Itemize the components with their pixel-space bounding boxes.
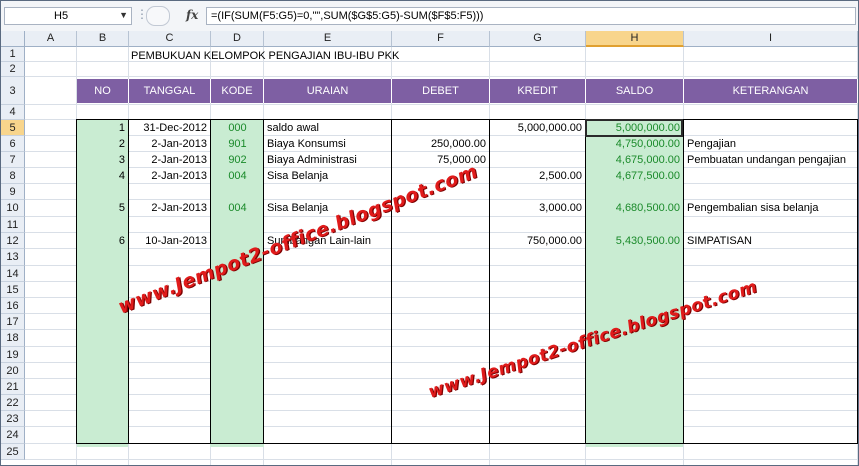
column-header-g[interactable]: G [490, 31, 586, 47]
cell-kode[interactable]: 004 [211, 200, 264, 217]
cell-tanggal[interactable]: 2-Jan-2013 [129, 136, 211, 152]
cell-uraian[interactable]: Sisa Belanja [264, 168, 392, 184]
row-header-25[interactable]: 25 [1, 444, 25, 460]
cell-ket[interactable] [684, 168, 858, 184]
row-header-22[interactable]: 22 [1, 395, 25, 411]
column-header-a[interactable]: A [25, 31, 77, 47]
formula-controls: ⋮ fx [132, 6, 206, 26]
cell-ket[interactable]: Pengembalian sisa belanja [684, 200, 858, 217]
row-header-24[interactable]: 24 [1, 427, 25, 444]
column-header-b[interactable]: B [77, 31, 129, 47]
cell-no[interactable]: 5 [77, 200, 129, 217]
cell-no[interactable]: 1 [77, 120, 129, 136]
cell-debet[interactable] [392, 233, 490, 249]
row-header-3[interactable]: 3 [1, 77, 25, 105]
column-header-c[interactable]: C [129, 31, 211, 47]
row-header-20[interactable]: 20 [1, 363, 25, 379]
column-header-h[interactable]: H [586, 31, 684, 47]
name-box[interactable]: H5 ▼ [4, 7, 132, 25]
row-header-11[interactable]: 11 [1, 217, 25, 233]
row-header-15[interactable]: 15 [1, 282, 25, 298]
worksheet-grid[interactable]: PEMBUKUAN KELOMPOK PENGAJIAN IBU-IBU PKK… [25, 47, 858, 465]
row-header-4[interactable]: 4 [1, 105, 25, 120]
excel-window: H5 ▼ ⋮ fx =(IF(SUM(F5:G5)=0,"",SUM($G$5:… [0, 0, 859, 466]
formula-bar: H5 ▼ ⋮ fx =(IF(SUM(F5:G5)=0,"",SUM($G$5:… [1, 1, 858, 32]
cell-ket[interactable] [684, 120, 858, 136]
cell-saldo[interactable]: 4,750,000.00 [586, 136, 684, 152]
cell-kredit[interactable]: 750,000.00 [490, 233, 586, 249]
cell-kredit[interactable]: 5,000,000.00 [490, 120, 586, 136]
row-header-8[interactable]: 8 [1, 168, 25, 184]
row-header-1[interactable]: 1 [1, 47, 25, 62]
row-header-6[interactable]: 6 [1, 136, 25, 152]
cell-no[interactable]: 2 [77, 136, 129, 152]
row-header-12[interactable]: 12 [1, 233, 25, 249]
header-kode: KODE [211, 79, 264, 103]
row-header-21[interactable]: 21 [1, 379, 25, 395]
column-header-d[interactable]: D [211, 31, 264, 47]
row-header-18[interactable]: 18 [1, 330, 25, 347]
cell-saldo[interactable]: 5,430,500.00 [586, 233, 684, 249]
cell-ket[interactable]: Pembuatan undangan pengajian [684, 152, 858, 168]
cell-debet[interactable]: 250,000.00 [392, 136, 490, 152]
active-cell-h5[interactable] [585, 119, 683, 137]
insert-function-icon[interactable]: fx [186, 8, 198, 22]
cell-kredit[interactable]: 3,000.00 [490, 200, 586, 217]
select-all-corner[interactable] [1, 31, 25, 47]
cell-tanggal[interactable]: 10-Jan-2013 [129, 233, 211, 249]
cell-uraian[interactable]: Biaya Konsumsi [264, 136, 392, 152]
sheet-title: PEMBUKUAN KELOMPOK PENGAJIAN IBU-IBU PKK [131, 50, 400, 62]
cell-tanggal[interactable]: 2-Jan-2013 [129, 200, 211, 217]
cell-no[interactable]: 6 [77, 233, 129, 249]
header-saldo: SALDO [586, 79, 684, 103]
cell-kredit[interactable] [490, 152, 586, 168]
header-tanggal: TANGGAL [129, 79, 211, 103]
row-header-2[interactable]: 2 [1, 62, 25, 77]
cell-debet[interactable] [392, 120, 490, 136]
row-header-10[interactable]: 10 [1, 200, 25, 217]
row-header-13[interactable]: 13 [1, 249, 25, 266]
cell-tanggal[interactable]: 31-Dec-2012 [129, 120, 211, 136]
cell-tanggal[interactable]: 2-Jan-2013 [129, 168, 211, 184]
row-header-14[interactable]: 14 [1, 266, 25, 282]
column-header-e[interactable]: E [264, 31, 392, 47]
row-header-23[interactable]: 23 [1, 411, 25, 427]
header-kredit: KREDIT [490, 79, 586, 103]
row-header-17[interactable]: 17 [1, 314, 25, 330]
expand-button[interactable] [146, 6, 170, 26]
cell-kode[interactable]: 000 [211, 120, 264, 136]
cell-ket[interactable]: SIMPATISAN [684, 233, 858, 249]
cell-tanggal[interactable]: 2-Jan-2013 [129, 152, 211, 168]
row-header-19[interactable]: 19 [1, 347, 25, 363]
cell-saldo[interactable]: 4,675,000.00 [586, 152, 684, 168]
cell-ket[interactable]: Pengajian [684, 136, 858, 152]
header-debet: DEBET [392, 79, 490, 103]
cell-saldo[interactable]: 4,677,500.00 [586, 168, 684, 184]
row-header-9[interactable]: 9 [1, 184, 25, 200]
cell-no[interactable]: 3 [77, 152, 129, 168]
cell-kode[interactable]: 004 [211, 168, 264, 184]
cell-kode[interactable]: 902 [211, 152, 264, 168]
header-keterangan: KETERANGAN [684, 79, 858, 103]
cell-kredit[interactable] [490, 136, 586, 152]
name-box-value: H5 [54, 10, 69, 22]
row-header-16[interactable]: 16 [1, 298, 25, 314]
header-no: NO [77, 79, 129, 103]
cell-no[interactable]: 4 [77, 168, 129, 184]
chevron-down-icon[interactable]: ▼ [119, 10, 128, 20]
cell-kredit[interactable]: 2,500.00 [490, 168, 586, 184]
header-uraian: URAIAN [264, 79, 392, 103]
row-header-5[interactable]: 5 [1, 120, 25, 136]
column-header-i[interactable]: I [684, 31, 858, 47]
cell-uraian[interactable]: Biaya Administrasi [264, 152, 392, 168]
row-header-7[interactable]: 7 [1, 152, 25, 168]
column-header-f[interactable]: F [392, 31, 490, 47]
cell-kode[interactable]: 901 [211, 136, 264, 152]
cell-uraian[interactable]: saldo awal [264, 120, 392, 136]
cell-saldo[interactable]: 4,680,500.00 [586, 200, 684, 217]
formula-input[interactable]: =(IF(SUM(F5:G5)=0,"",SUM($G$5:G5)-SUM($F… [206, 7, 856, 25]
